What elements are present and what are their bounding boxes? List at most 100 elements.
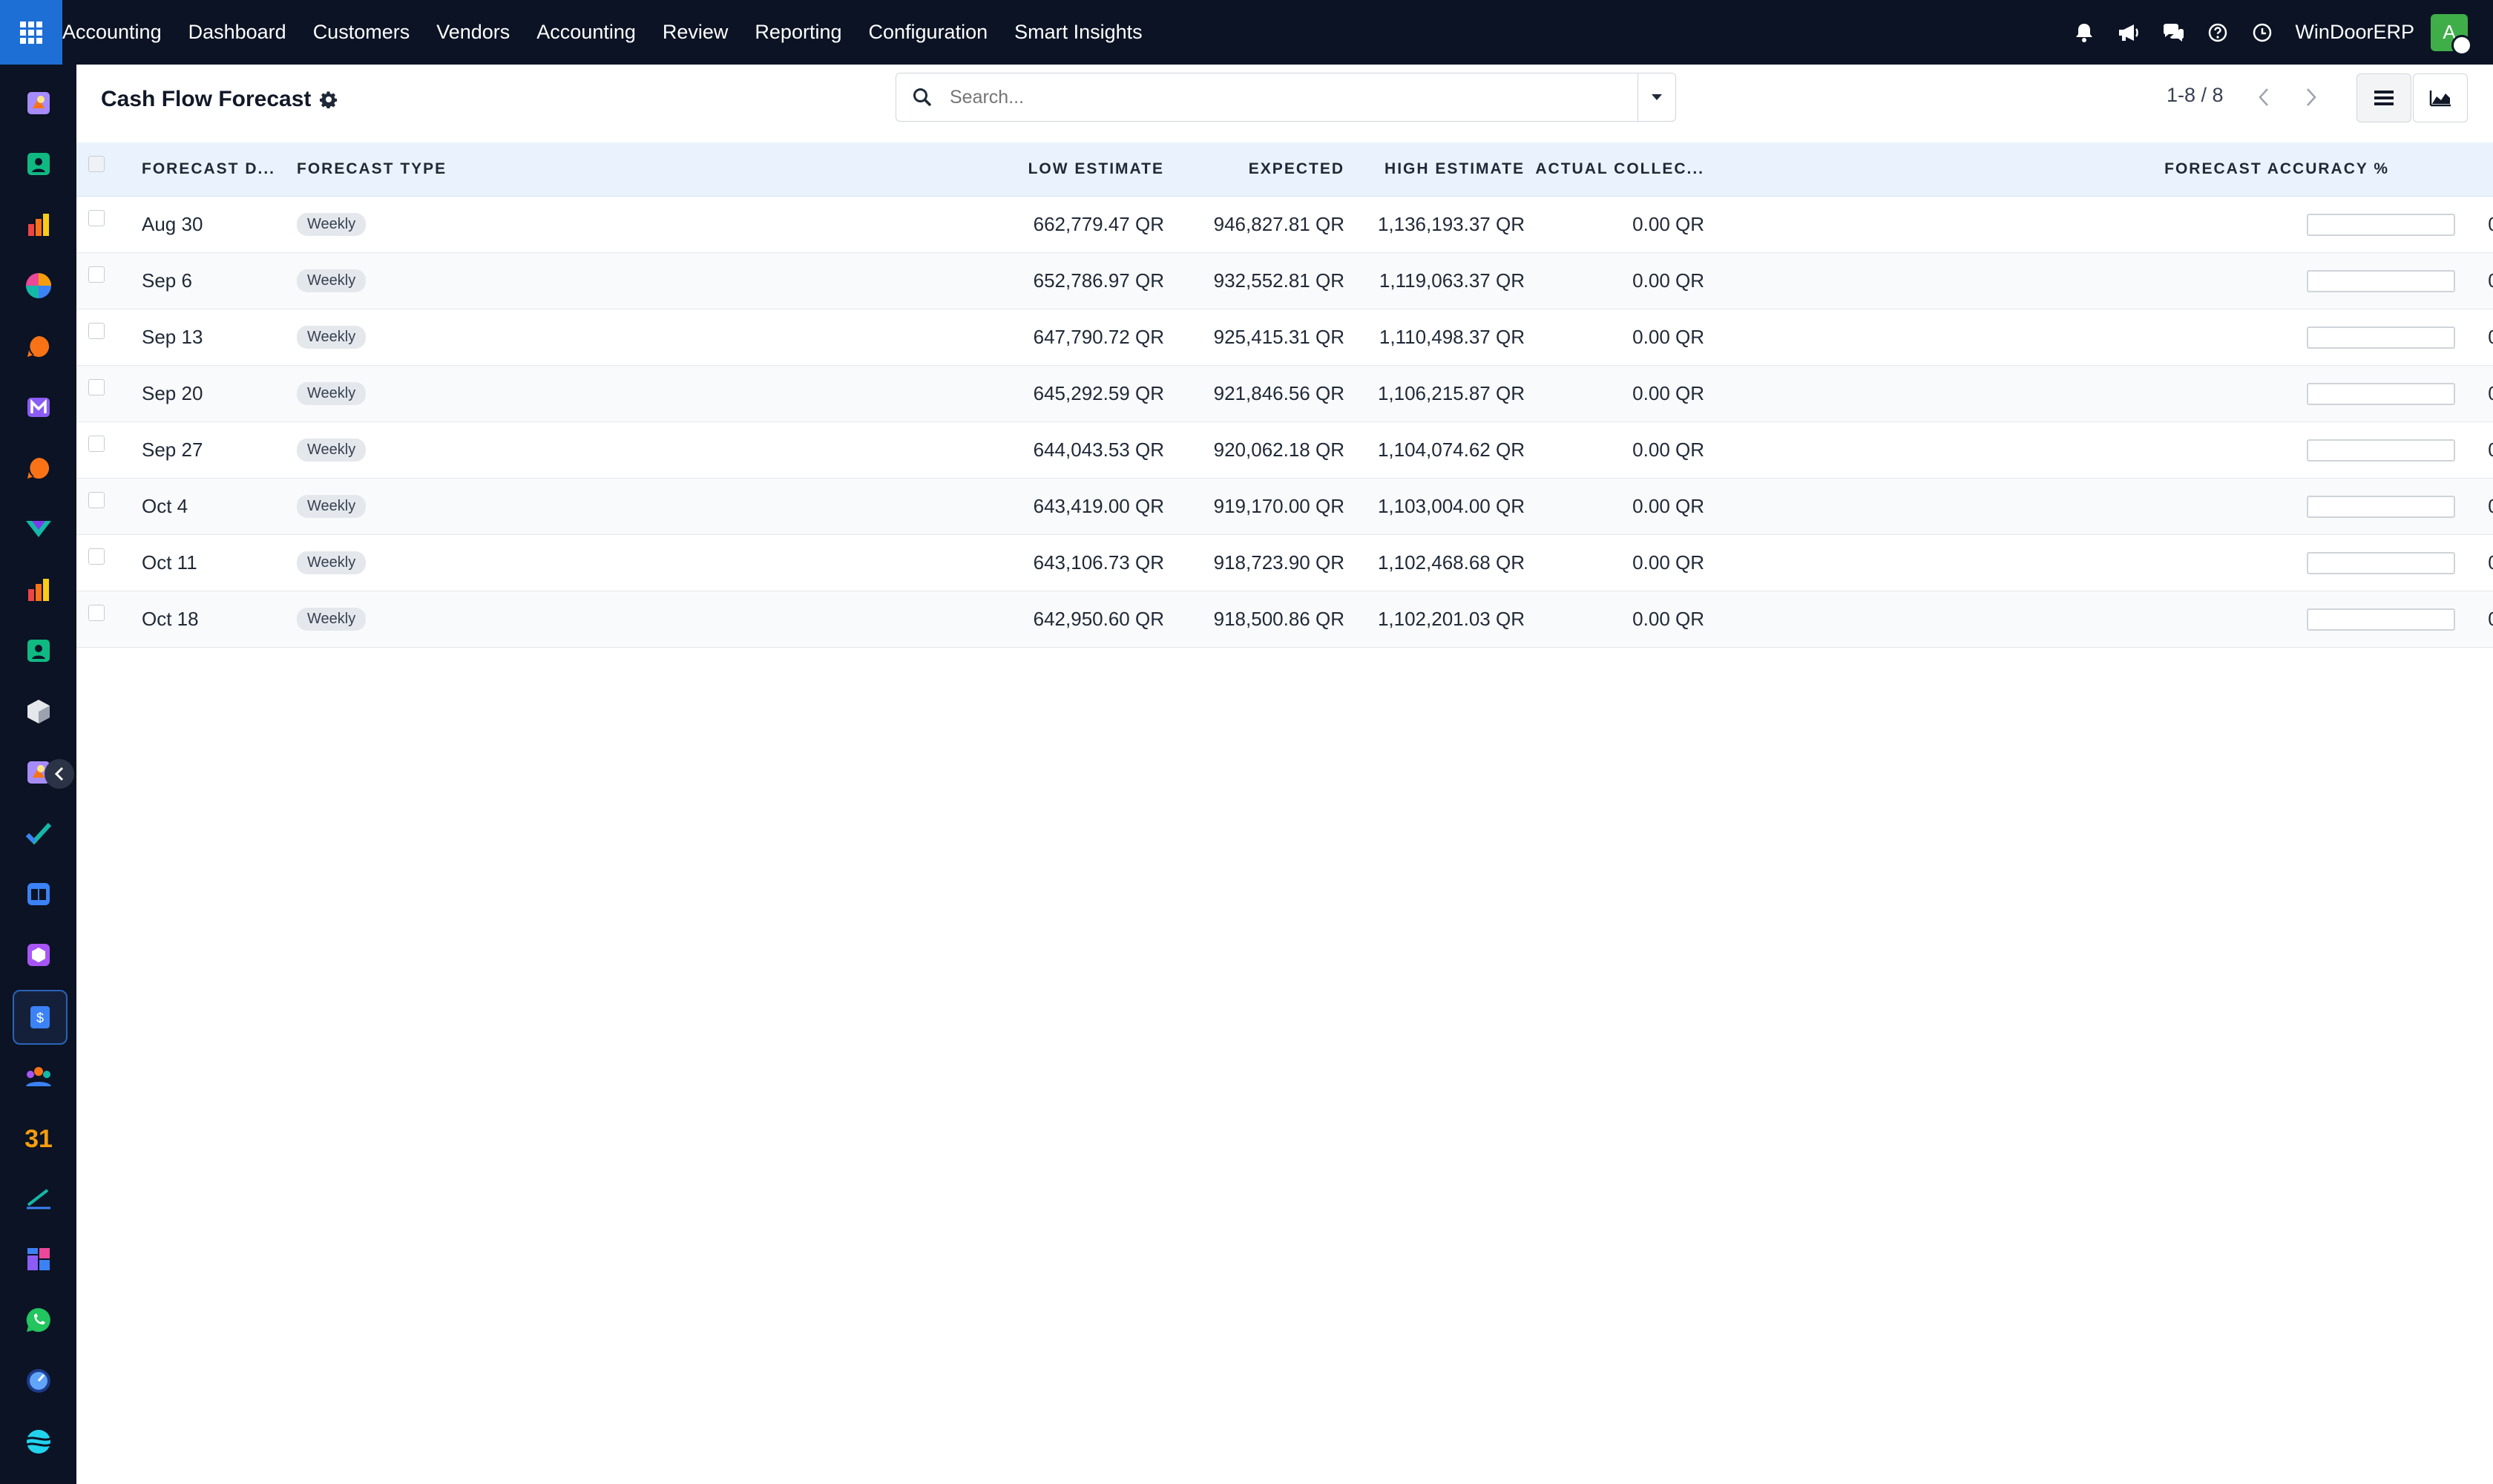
menu-customers[interactable]: Customers bbox=[300, 0, 424, 65]
actual-collected-cell: 0.00 QR bbox=[1632, 495, 1704, 517]
forecast-date-cell: Aug 30 bbox=[142, 213, 203, 235]
table-row[interactable]: Aug 30 Weekly 662,779.47 QR 946,827.81 QR 1,… bbox=[76, 197, 2493, 253]
row-checkbox[interactable] bbox=[88, 436, 105, 452]
messages-button[interactable] bbox=[2151, 0, 2195, 65]
table-row[interactable]: Sep 6 Weekly 652,786.97 QR 932,552.81 QR 1,1… bbox=[76, 253, 2493, 309]
expected-cell: 920,062.18 QR bbox=[1213, 439, 1344, 461]
menu-configuration[interactable]: Configuration bbox=[855, 0, 1002, 65]
forecast-type-cell: Weekly bbox=[297, 253, 367, 309]
row-checkbox[interactable] bbox=[88, 492, 105, 508]
sidebar-app-1[interactable] bbox=[13, 77, 65, 129]
timer-app-icon bbox=[27, 1369, 50, 1393]
list-icon bbox=[2374, 91, 2394, 105]
table-row[interactable]: Oct 11 Weekly 643,106.73 QR 918,723.90 QR 1,… bbox=[76, 535, 2493, 591]
sidebar-app-14[interactable] bbox=[13, 868, 65, 920]
sidebar-app-2[interactable] bbox=[13, 138, 65, 190]
sidebar-app-4[interactable] bbox=[13, 260, 65, 312]
column-forecast-type[interactable]: FORECAST TYPE bbox=[297, 142, 594, 196]
dashboards-app-icon bbox=[28, 579, 49, 601]
company-switcher[interactable]: WinDoorERP bbox=[2285, 21, 2431, 44]
forecast-accuracy-progress-bar bbox=[2307, 551, 2455, 574]
activity-button[interactable] bbox=[2240, 0, 2285, 65]
row-checkbox[interactable] bbox=[88, 266, 105, 283]
table-row[interactable]: Sep 20 Weekly 645,292.59 QR 921,846.56 QR 1,… bbox=[76, 366, 2493, 422]
systray: WinDoorERP A bbox=[2062, 0, 2493, 65]
menu-review[interactable]: Review bbox=[649, 0, 742, 65]
column-expected[interactable]: EXPECTED bbox=[1189, 142, 1344, 196]
high-estimate-cell: 1,136,193.37 QR bbox=[1377, 213, 1525, 235]
row-checkbox[interactable] bbox=[88, 323, 105, 339]
column-low-estimate[interactable]: LOW ESTIMATE bbox=[893, 142, 1164, 196]
search-options-toggle[interactable] bbox=[1638, 73, 1675, 121]
notifications-button[interactable] bbox=[2062, 0, 2106, 65]
low-estimate-cell: 652,786.97 QR bbox=[1033, 269, 1164, 292]
announcements-button[interactable] bbox=[2106, 0, 2151, 65]
pager-next-button[interactable] bbox=[2289, 73, 2333, 121]
sidebar-app-16[interactable]: $ bbox=[13, 990, 68, 1045]
table-row[interactable]: Oct 4 Weekly 643,419.00 QR 919,170.00 QR 1,1… bbox=[76, 479, 2493, 535]
sidebar-app-3[interactable] bbox=[13, 199, 65, 251]
forecast-accuracy-bar-cell bbox=[2307, 591, 2455, 647]
sidebar-app-17[interactable] bbox=[13, 1051, 65, 1103]
sidebar-app-9[interactable] bbox=[13, 564, 65, 616]
sidebar-app-18[interactable]: 31 bbox=[13, 1112, 65, 1163]
table-row[interactable]: Sep 27 Weekly 644,043.53 QR 920,062.18 QR 1,… bbox=[76, 422, 2493, 479]
sidebar-app-20[interactable] bbox=[13, 1233, 65, 1285]
forecast-accuracy-bar-cell bbox=[2307, 535, 2455, 591]
app-brand-accounting[interactable]: Accounting bbox=[62, 0, 175, 65]
list-view-button[interactable] bbox=[2356, 73, 2411, 122]
column-forecast-date[interactable]: FORECAST D... bbox=[142, 142, 275, 196]
sidebar-app-19[interactable] bbox=[13, 1172, 65, 1224]
pager-value[interactable]: 1-8 / 8 bbox=[2167, 84, 2224, 107]
sidebar-app-22[interactable] bbox=[13, 1355, 65, 1407]
menu-smart-insights[interactable]: Smart Insights bbox=[1001, 0, 1156, 65]
row-checkbox[interactable] bbox=[88, 379, 105, 395]
menu-dashboard[interactable]: Dashboard bbox=[175, 0, 300, 65]
low-estimate-cell: 662,779.47 QR bbox=[1033, 213, 1164, 235]
sidebar-app-15[interactable] bbox=[13, 929, 65, 981]
forecast-accuracy-progress-bar bbox=[2307, 269, 2455, 292]
sidebar-app-13[interactable] bbox=[13, 807, 65, 859]
forecast-accuracy-bar-cell bbox=[2307, 309, 2455, 365]
forecast-accuracy-bar-cell bbox=[2307, 479, 2455, 534]
row-checkbox[interactable] bbox=[88, 210, 105, 226]
expected-cell: 918,500.86 QR bbox=[1213, 608, 1344, 630]
user-avatar[interactable]: A bbox=[2431, 13, 2472, 56]
row-checkbox[interactable] bbox=[88, 605, 105, 621]
sidebar-app-7[interactable] bbox=[13, 442, 65, 494]
sidebar-app-23[interactable] bbox=[13, 1416, 65, 1468]
actual-collected-cell: 0.00 QR bbox=[1632, 382, 1704, 404]
help-button[interactable] bbox=[2195, 0, 2240, 65]
sidebar-collapse-button[interactable] bbox=[45, 759, 74, 789]
pager-previous-button[interactable] bbox=[2241, 73, 2286, 121]
page-title: Cash Flow Forecast bbox=[101, 87, 312, 111]
chat-bubble-app-icon bbox=[27, 335, 50, 357]
column-forecast-accuracy[interactable]: FORECAST ACCURACY % bbox=[2164, 142, 2389, 196]
table-row[interactable]: Oct 18 Weekly 642,950.60 QR 918,500.86 QR 1,… bbox=[76, 591, 2493, 648]
row-checkbox[interactable] bbox=[88, 548, 105, 565]
accounting-app-icon bbox=[27, 92, 50, 114]
graph-view-button[interactable] bbox=[2413, 73, 2468, 122]
package-app-icon bbox=[27, 944, 50, 966]
column-actual-collected[interactable]: ACTUAL COLLEC... bbox=[1532, 142, 1704, 196]
menu-reporting[interactable]: Reporting bbox=[741, 0, 855, 65]
sidebar-app-10[interactable] bbox=[13, 625, 65, 677]
sidebar-app-11[interactable] bbox=[13, 686, 65, 738]
column-high-estimate[interactable]: HIGH ESTIMATE bbox=[1360, 142, 1525, 196]
sidebar-app-8[interactable] bbox=[13, 503, 65, 555]
svg-text:$: $ bbox=[36, 1011, 44, 1025]
gear-icon[interactable] bbox=[320, 91, 338, 108]
app-menu-button[interactable] bbox=[0, 0, 62, 65]
search-icon[interactable] bbox=[896, 88, 948, 107]
sidebar-app-5[interactable] bbox=[13, 321, 65, 372]
forecast-type-badge: Weekly bbox=[297, 326, 367, 349]
table-row[interactable]: Sep 13 Weekly 647,790.72 QR 925,415.31 QR 1,… bbox=[76, 309, 2493, 366]
menu-accounting[interactable]: Accounting bbox=[523, 0, 649, 65]
chat-icon bbox=[2164, 23, 2184, 42]
actual-collected-cell: 0.00 QR bbox=[1632, 551, 1704, 574]
menu-vendors[interactable]: Vendors bbox=[423, 0, 523, 65]
search-input[interactable] bbox=[948, 74, 1638, 120]
select-all-checkbox[interactable] bbox=[88, 156, 105, 172]
sidebar-app-6[interactable] bbox=[13, 381, 65, 433]
sidebar-app-21[interactable] bbox=[13, 1294, 65, 1346]
